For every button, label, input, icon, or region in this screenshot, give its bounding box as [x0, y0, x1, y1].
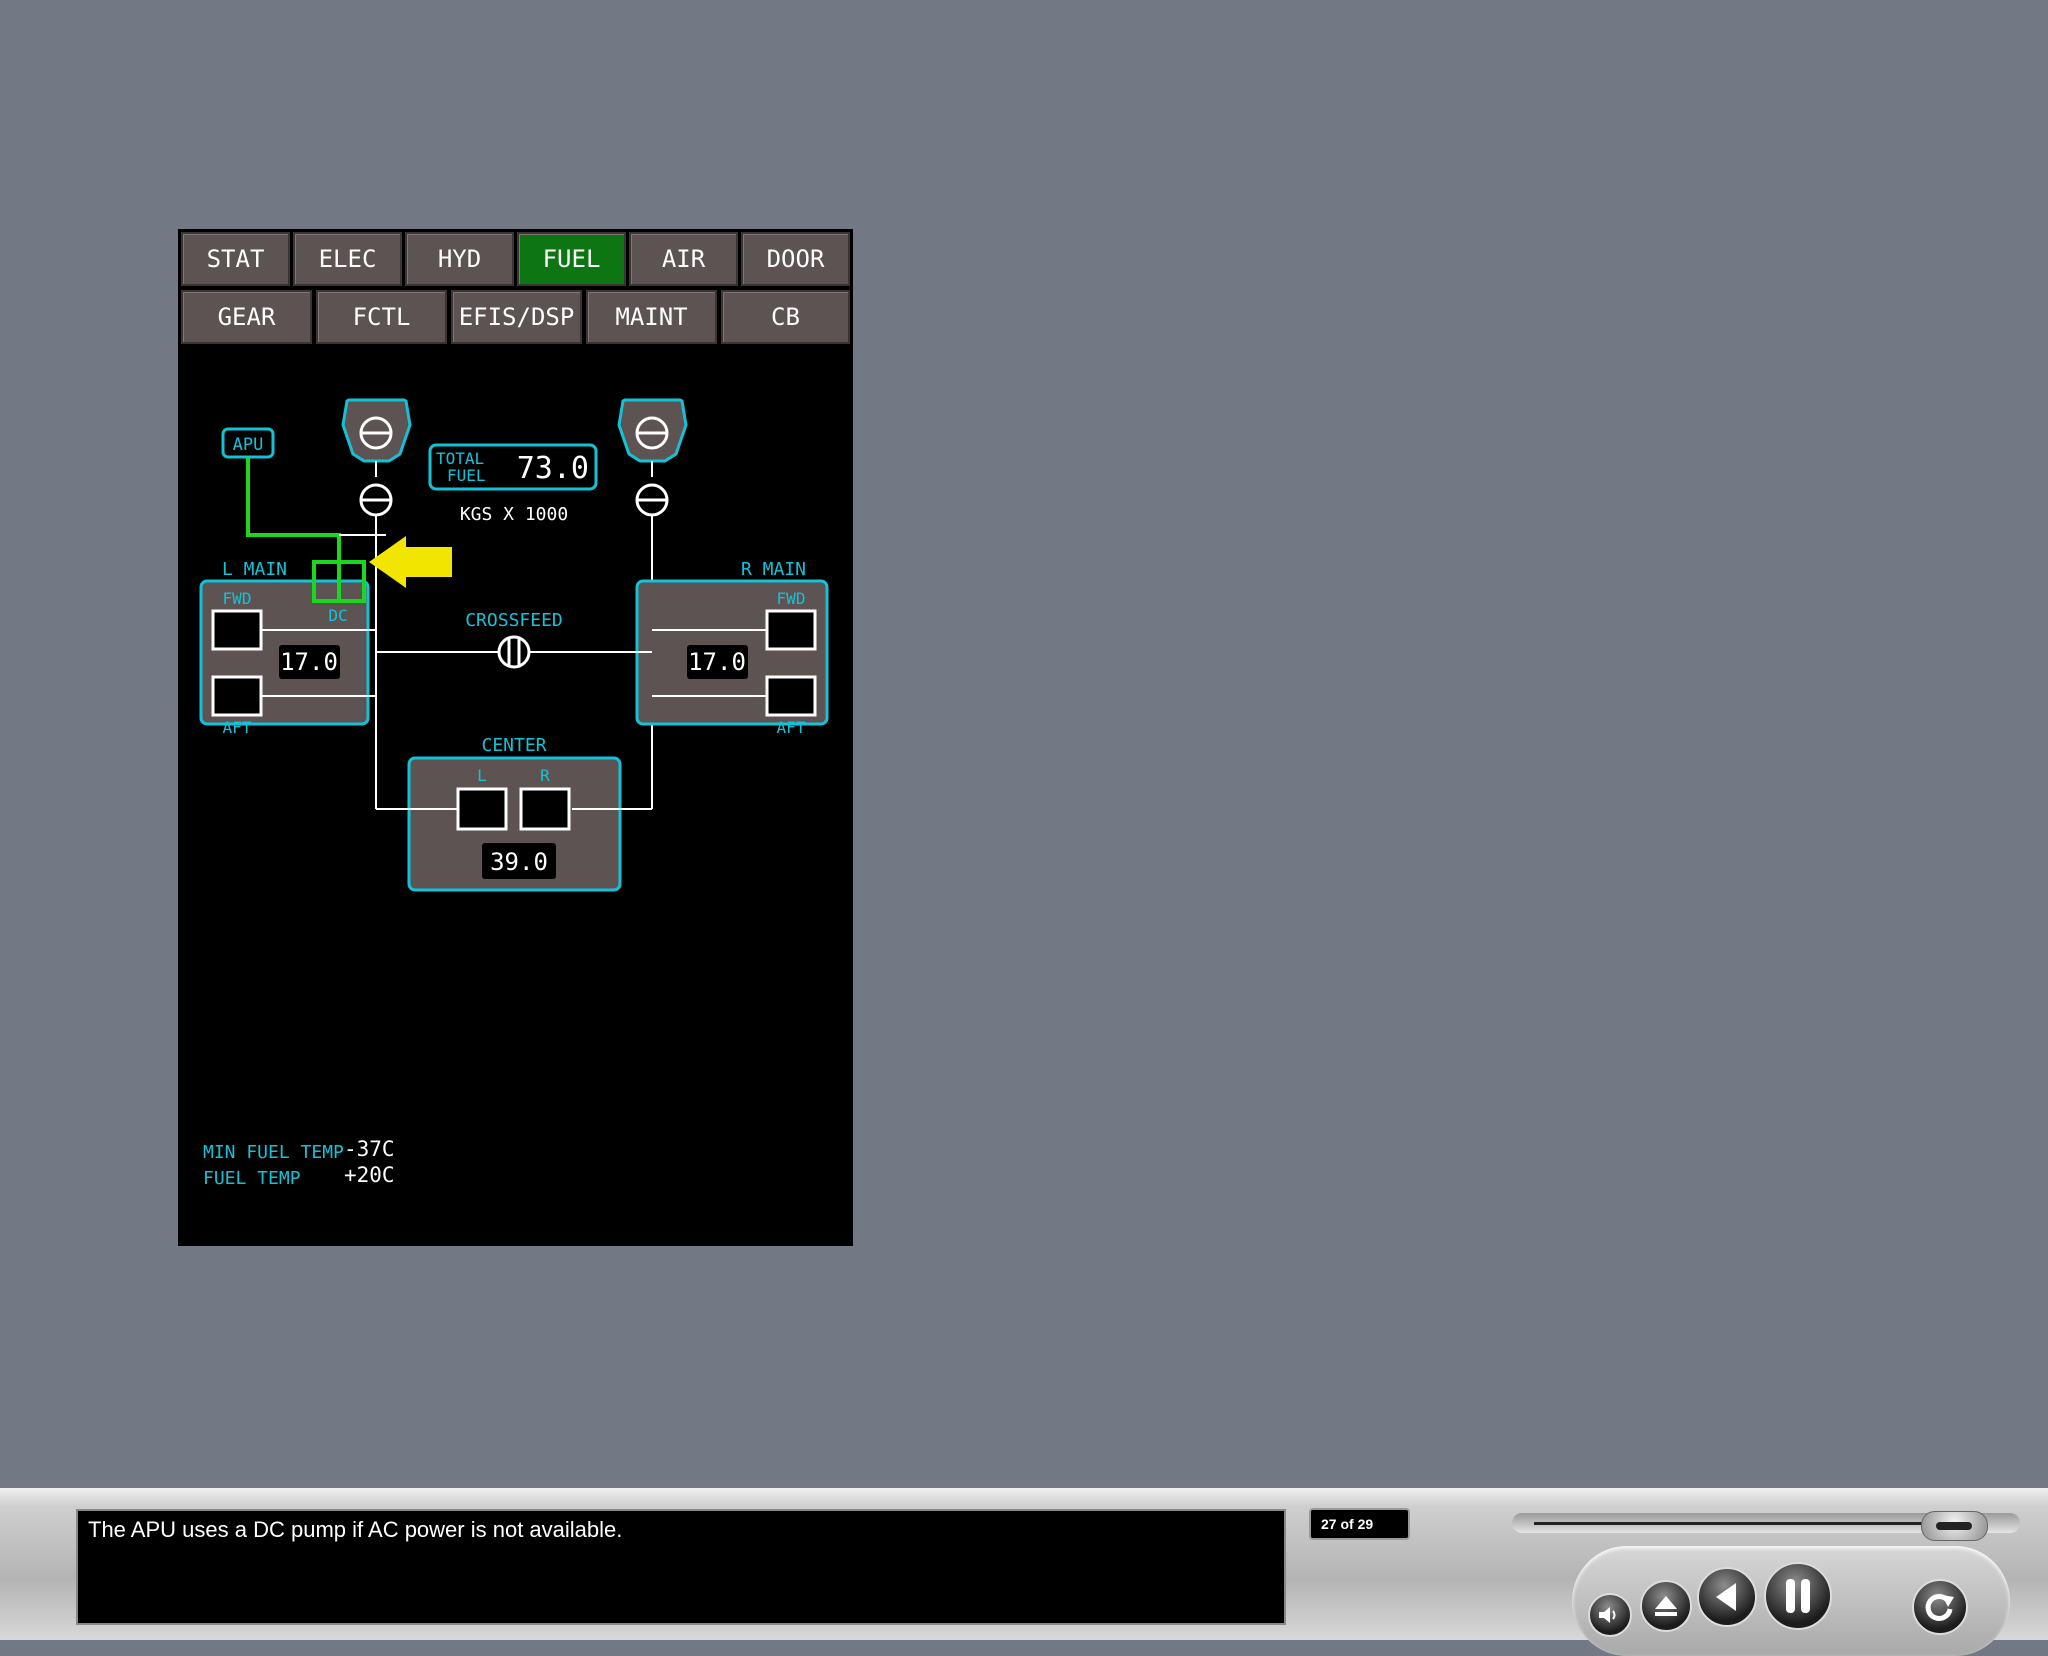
previous-icon[interactable] [1697, 1567, 1757, 1627]
volume-icon[interactable] [1588, 1593, 1632, 1637]
fuel-temp-label: FUEL TEMP [203, 1168, 301, 1189]
eicas-fuel-panel: STAT ELEC HYD FUEL AIR DOOR GEAR FCTL EFIS/DSP MA… [178, 229, 853, 1246]
center-l-pump [456, 787, 508, 831]
caption-box: The APU uses a DC pump if AC power is no… [76, 1509, 1286, 1625]
center-qty: 39.0 [490, 848, 548, 876]
crossfeed-label: CROSSFEED [465, 610, 563, 631]
crossfeed-valve-icon [497, 635, 531, 669]
left-engine-icon [341, 398, 412, 463]
right-engine-icon [617, 398, 688, 463]
dc-label: DC [328, 606, 347, 625]
r-fwd-label: FWD [777, 589, 806, 608]
apu-feed-line [246, 457, 341, 562]
fuel-units: KGS X 1000 [460, 504, 568, 525]
progress-thumb[interactable] [1921, 1511, 1988, 1541]
r-aft-label: AFT [777, 718, 806, 737]
eject-icon[interactable] [1640, 1580, 1692, 1632]
r-main-label: R MAIN [741, 559, 806, 580]
replay-icon[interactable] [1912, 1579, 1968, 1635]
apu-label: APU [233, 435, 264, 455]
l-main-label: L MAIN [222, 559, 287, 580]
center-l-label: L [477, 766, 487, 785]
l-main-qty: 17.0 [280, 648, 338, 676]
l-fwd-pump [211, 609, 263, 651]
l-aft-pump [211, 675, 263, 717]
min-fuel-temp-value: -37C [344, 1137, 395, 1161]
total-fuel-label-2: FUEL [447, 466, 486, 485]
fuel-synoptic: APU TOTAL FUEL 73.0 KGS X 1000 L MAIN FW… [199, 398, 829, 1189]
pointer-arrow [369, 536, 452, 588]
l-aft-label: AFT [223, 718, 252, 737]
min-fuel-temp-label: MIN FUEL TEMP [203, 1142, 344, 1163]
total-fuel-value: 73.0 [517, 451, 589, 486]
caption-text: The APU uses a DC pump if AC power is no… [88, 1517, 623, 1542]
center-r-pump [519, 787, 571, 831]
r-main-qty: 17.0 [688, 648, 746, 676]
pause-icon[interactable] [1764, 1562, 1832, 1630]
fuel-temp-value: +20C [344, 1163, 395, 1187]
r-fwd-pump [765, 609, 817, 651]
slide-counter: 27 of 29 [1309, 1508, 1410, 1540]
l-fwd-label: FWD [223, 589, 252, 608]
center-label: CENTER [481, 735, 546, 756]
center-r-label: R [540, 766, 550, 785]
progress-line [1534, 1522, 1974, 1525]
r-aft-pump [765, 675, 817, 717]
